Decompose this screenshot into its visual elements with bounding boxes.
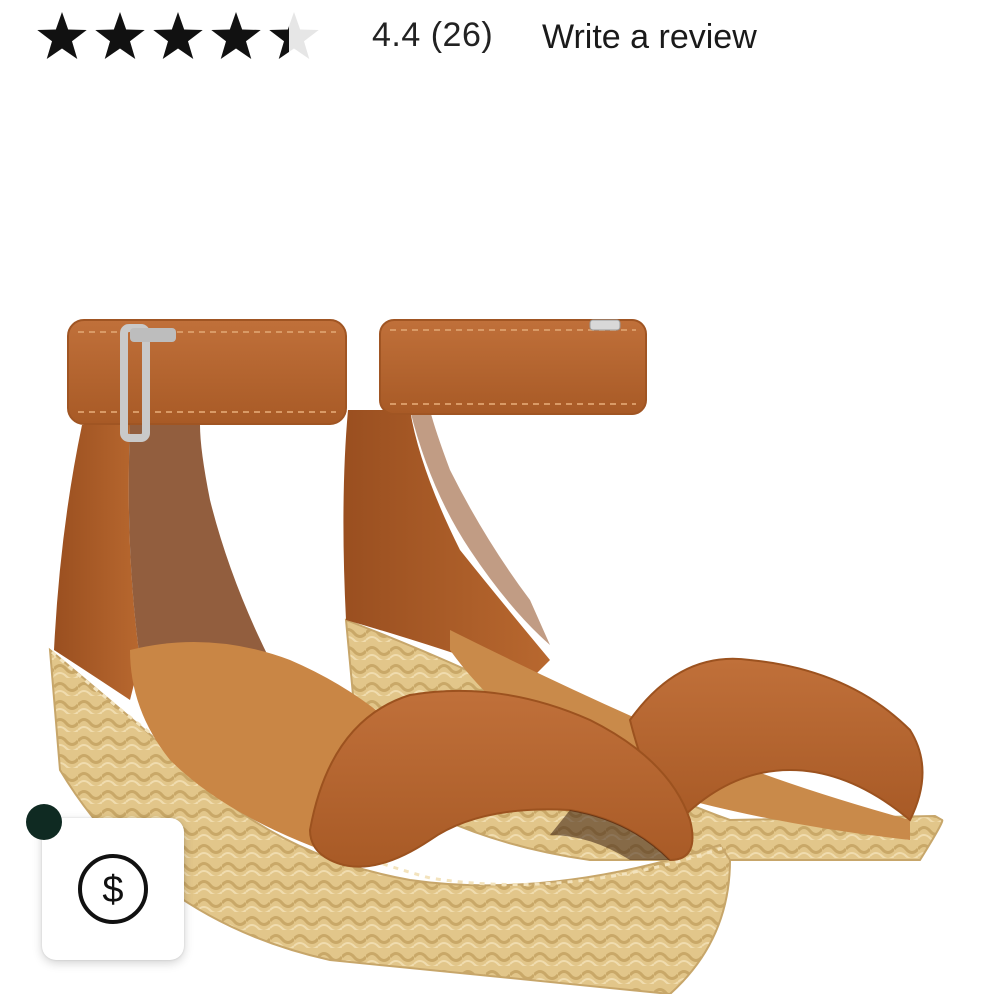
star-rating[interactable]: [36, 10, 336, 66]
star-icon: [211, 12, 261, 60]
star-icon: [153, 12, 203, 60]
rating-bar: 4.4 (26) Write a review: [0, 0, 1000, 80]
write-review-link[interactable]: Write a review: [542, 18, 757, 57]
rating-value: 4.4: [372, 16, 421, 54]
svg-text:$: $: [102, 869, 123, 911]
star-icon: [95, 12, 145, 60]
star-icon: [37, 12, 87, 60]
star-icon: [269, 12, 319, 60]
rating-count: (26): [430, 16, 494, 54]
notification-dot: [26, 804, 62, 840]
price-alert-button[interactable]: $: [42, 818, 184, 960]
price-alert-widget: $: [26, 804, 196, 974]
rating-summary: 4.4 (26): [372, 16, 493, 55]
dollar-circle-icon: $: [78, 854, 148, 924]
star-rating-svg: [37, 12, 319, 60]
